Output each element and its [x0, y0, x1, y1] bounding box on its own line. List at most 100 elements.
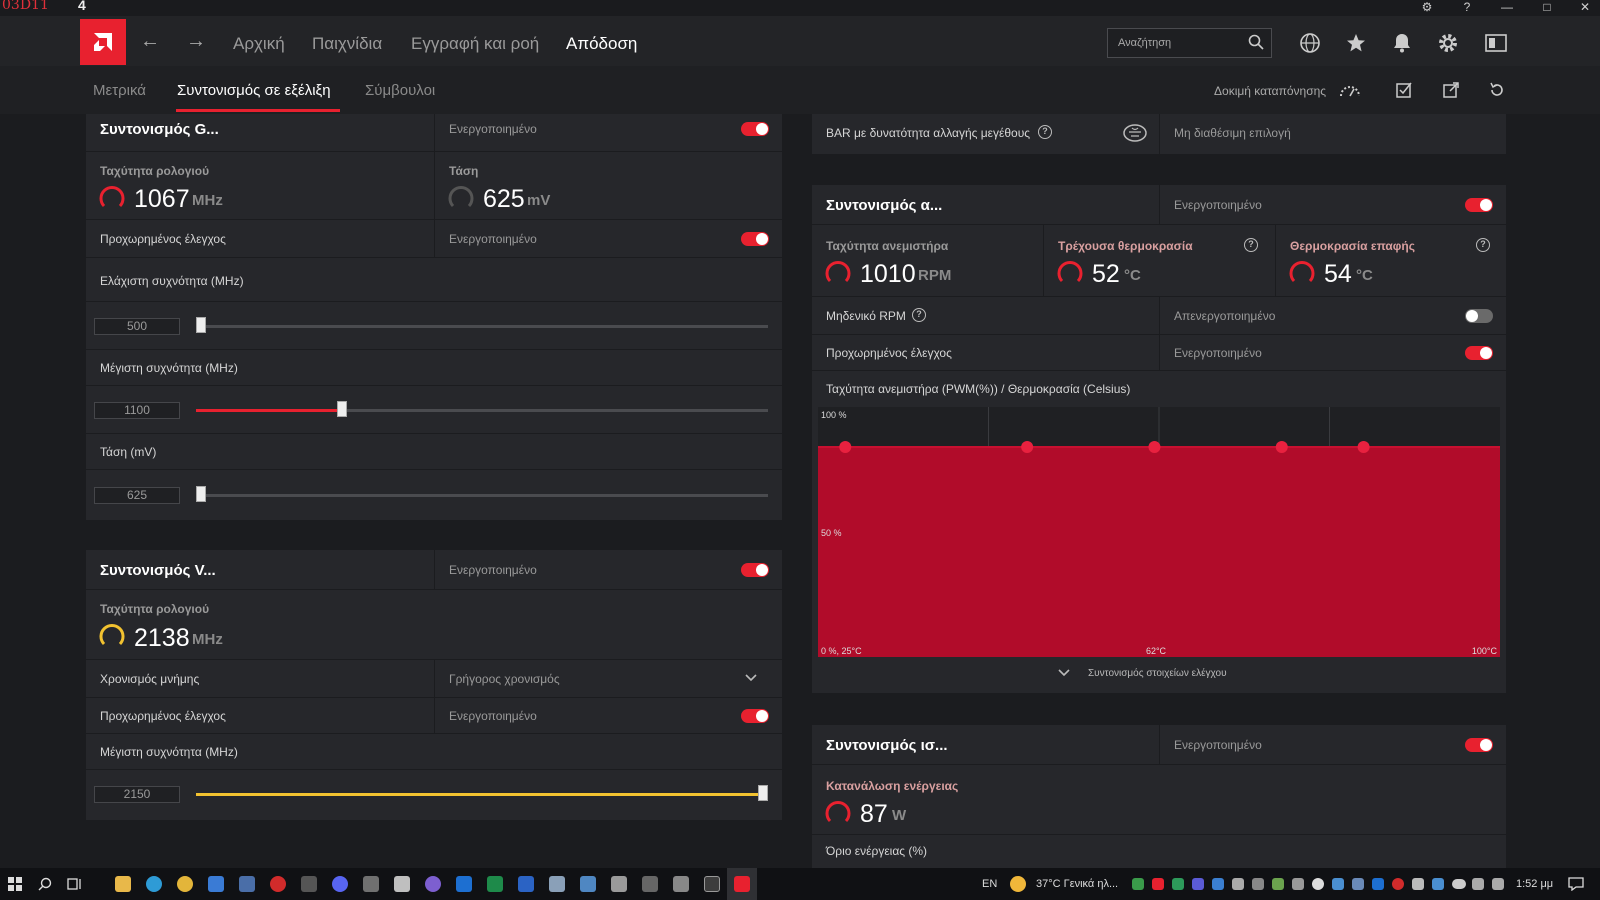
zero-rpm-toggle[interactable] [1465, 309, 1493, 323]
tray-icon[interactable] [1312, 878, 1324, 890]
min-freq-thumb[interactable] [196, 317, 206, 333]
volume-icon[interactable] [1492, 878, 1504, 890]
tray-icon[interactable] [1412, 878, 1424, 890]
mail-app-icon[interactable] [208, 876, 224, 892]
fan-curve-svg[interactable]: 100 % 50 % 0 %, 25°C 62°C 100°C [818, 407, 1500, 657]
tune-controls-toggle[interactable]: Συντονισμός στοιχείων ελέγχου [812, 657, 1506, 693]
keyboard-icon[interactable] [549, 876, 565, 892]
tray-usb-icon[interactable] [1252, 878, 1264, 890]
onedrive-cloud-icon[interactable] [1452, 879, 1466, 889]
tray-icon[interactable] [1372, 878, 1384, 890]
gauge-icon[interactable] [1339, 79, 1361, 101]
help-icon[interactable]: ? [1452, 0, 1482, 14]
tray-mail-icon[interactable] [1232, 878, 1244, 890]
tray-icon[interactable] [1332, 878, 1344, 890]
fan-curve-point[interactable] [839, 441, 852, 453]
reset-icon[interactable] [1486, 79, 1508, 101]
tray-steam-icon[interactable] [1352, 878, 1364, 890]
search-input[interactable] [1108, 29, 1238, 57]
viber-icon[interactable] [425, 876, 441, 892]
tray-icon[interactable] [1272, 878, 1284, 890]
vram-max-freq-input[interactable]: 2150 [94, 786, 180, 803]
power-tuning-toggle[interactable] [1465, 738, 1493, 752]
tray-icon[interactable] [1392, 878, 1404, 890]
voltage-input[interactable]: 625 [94, 487, 180, 504]
nav-record-stream[interactable]: Εγγραφή και ροή [411, 34, 539, 54]
maximize-button[interactable]: □ [1532, 0, 1562, 14]
apply-changes-icon[interactable] [1393, 79, 1415, 101]
dropbox-icon[interactable] [1432, 878, 1444, 890]
max-freq-thumb[interactable] [336, 401, 347, 417]
memory-timing-dropdown[interactable]: Γρήγορος χρονισμός [434, 660, 782, 697]
fan-curve-point[interactable] [1357, 441, 1370, 453]
chevron-down-icon[interactable] [745, 674, 757, 682]
vram-advanced-toggle[interactable] [741, 709, 769, 723]
fan-curve-point[interactable] [1275, 441, 1288, 453]
chevron-down-icon[interactable] [1058, 669, 1070, 677]
amd-logo[interactable] [80, 19, 126, 65]
nav-performance[interactable]: Απόδοση [566, 34, 637, 54]
help-circle-icon[interactable]: ? [1244, 238, 1258, 252]
tray-icon[interactable] [1192, 878, 1204, 890]
fan-curve-point[interactable] [1021, 441, 1034, 453]
help-circle-icon[interactable]: ? [1038, 125, 1052, 139]
remote-desktop-icon[interactable] [580, 876, 596, 892]
tab-tuning[interactable]: Συντονισμός σε εξέλιξη [177, 82, 331, 99]
tab-advisors[interactable]: Σύμβουλοι [365, 82, 435, 99]
settings-gear-icon[interactable] [1436, 31, 1460, 55]
snipping-tool-icon[interactable] [673, 876, 689, 892]
tray-icon[interactable] [1212, 878, 1224, 890]
bug-icon[interactable]: ⚙ [1412, 0, 1442, 14]
tray-shield-icon[interactable] [1172, 878, 1184, 890]
gpu-advanced-toggle[interactable] [741, 232, 769, 246]
tray-icon[interactable] [1132, 878, 1144, 890]
store-icon[interactable] [394, 876, 410, 892]
word-icon[interactable] [518, 876, 534, 892]
help-circle-icon[interactable]: ? [912, 308, 926, 322]
max-freq-input[interactable]: 1100 [94, 402, 180, 419]
amd-taskbar-item[interactable] [727, 868, 757, 900]
tray-amd-icon[interactable] [1152, 878, 1164, 890]
amd-software-icon[interactable] [734, 876, 750, 892]
vram-max-freq-thumb[interactable] [758, 785, 768, 801]
globe-icon[interactable] [1298, 31, 1322, 55]
outlook-icon[interactable] [456, 876, 472, 892]
app-icon[interactable] [301, 876, 317, 892]
weather-sun-icon[interactable] [1010, 876, 1026, 892]
forward-arrow-icon[interactable]: → [186, 30, 206, 53]
steam-icon[interactable] [239, 876, 255, 892]
vram-tuning-toggle[interactable] [741, 563, 769, 577]
tab-metrics[interactable]: Μετρικά [93, 82, 146, 99]
edge-browser-icon[interactable] [146, 876, 162, 892]
file-explorer-icon[interactable] [115, 876, 131, 892]
opera-icon[interactable] [270, 876, 286, 892]
stress-test-label[interactable]: Δοκιμή καταπόνησης [1214, 84, 1326, 98]
camera-icon[interactable] [642, 876, 658, 892]
network-icon[interactable] [1472, 878, 1484, 890]
minimize-button[interactable]: — [1492, 0, 1522, 14]
task-view-icon[interactable] [67, 877, 83, 891]
back-arrow-icon[interactable]: ← [140, 30, 160, 53]
gpu-tuning-toggle[interactable] [741, 122, 769, 136]
voltage-thumb[interactable] [196, 486, 206, 502]
search-box[interactable] [1107, 28, 1272, 58]
terminal-icon[interactable] [704, 876, 720, 892]
nav-games[interactable]: Παιχνίδια [312, 34, 382, 54]
star-icon[interactable] [1344, 31, 1368, 55]
export-icon[interactable] [1440, 79, 1462, 101]
layout-panel-icon[interactable] [1484, 31, 1508, 55]
fan-tuning-toggle[interactable] [1465, 198, 1493, 212]
min-freq-track[interactable] [196, 325, 768, 328]
fan-advanced-toggle[interactable] [1465, 346, 1493, 360]
excel-icon[interactable] [487, 876, 503, 892]
weather-text[interactable]: 37°C Γενικά ηλ... [1036, 878, 1118, 890]
app-icon[interactable] [611, 876, 627, 892]
discord-icon[interactable] [332, 876, 348, 892]
search-icon[interactable] [38, 877, 52, 891]
notification-center-icon[interactable] [1568, 877, 1584, 891]
chrome-browser-icon[interactable] [177, 876, 193, 892]
clock-time[interactable]: 1:52 μμ [1516, 878, 1553, 890]
nav-home[interactable]: Αρχική [233, 34, 285, 54]
fan-curve-chart[interactable]: 100 % 50 % 0 %, 25°C 62°C 100°C [818, 407, 1500, 657]
tray-icon[interactable] [1292, 878, 1304, 890]
